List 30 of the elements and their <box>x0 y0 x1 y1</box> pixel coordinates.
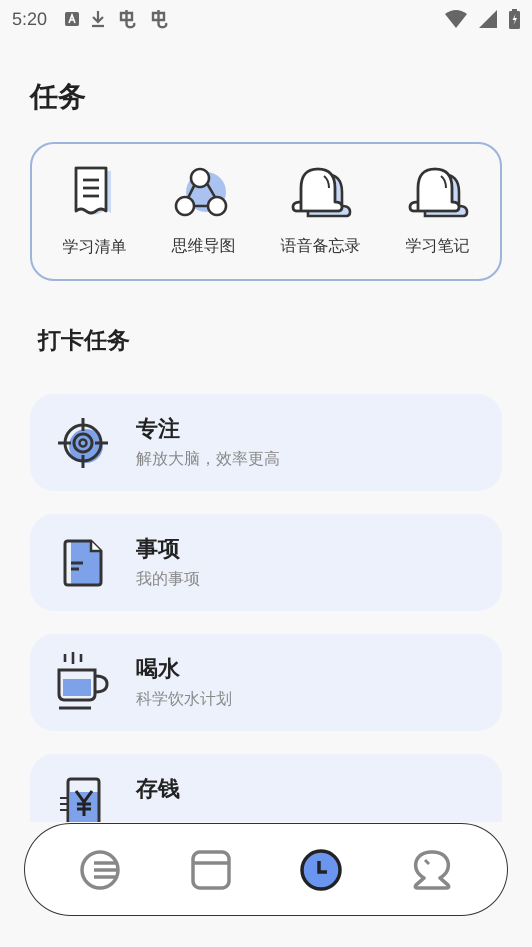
task-subtitle: 我的事项 <box>136 568 200 590</box>
page-title: 任务 <box>30 79 87 115</box>
wifi-icon <box>445 10 467 28</box>
task-subtitle: 解放大脑，效率更高 <box>136 448 280 470</box>
section-title: 打卡任务 <box>38 327 131 356</box>
tool-label[interactable]: 思维导图 <box>172 236 236 257</box>
target-icon <box>57 416 109 468</box>
task-card[interactable]: 专注 解放大脑，效率更高 <box>30 394 502 491</box>
task-card[interactable]: 喝水 科学饮水计划 <box>30 634 502 731</box>
document-icon <box>61 538 105 588</box>
task-title: 喝水 <box>136 656 181 684</box>
tool-label[interactable]: 学习清单 <box>62 237 126 258</box>
battery-icon <box>509 9 520 29</box>
task-card[interactable]: 存钱 <box>30 754 502 822</box>
download-icon <box>91 10 106 28</box>
bell-icon[interactable] <box>290 166 352 220</box>
task-title: 事项 <box>136 536 181 564</box>
signal-icon <box>479 10 497 28</box>
status-time: 5:20 <box>12 8 48 30</box>
clock-tab[interactable] <box>299 848 344 892</box>
task-card[interactable]: 事项 我的事项 <box>30 514 502 611</box>
bell-icon[interactable] <box>406 166 468 220</box>
tool-label[interactable]: 语音备忘录 <box>280 236 360 257</box>
keyboard-icon <box>65 12 80 26</box>
task-title: 存钱 <box>136 776 180 804</box>
task-subtitle: 科学饮水计划 <box>136 688 232 710</box>
tool-label[interactable]: 学习笔记 <box>406 236 470 257</box>
calendar-tab[interactable] <box>188 848 233 892</box>
task-title: 专注 <box>136 416 181 444</box>
list-tab[interactable] <box>78 848 122 892</box>
